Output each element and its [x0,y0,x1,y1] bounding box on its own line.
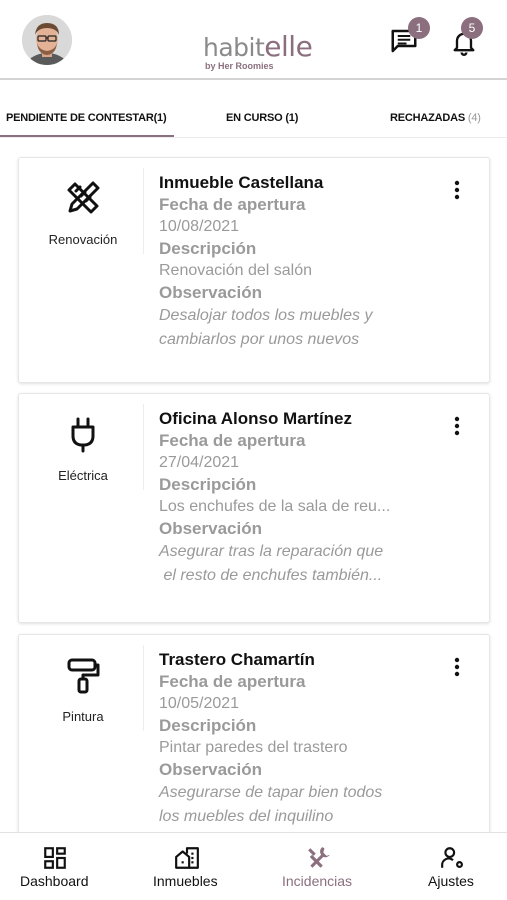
paint-roller-icon [67,658,100,694]
observation-label: Observación [159,283,262,302]
description-label: Descripción [159,716,257,735]
incident-card[interactable]: Eléctrica Oficina Alonso Martínez Fecha … [18,393,490,623]
observation-line-2: los muebles del inquilino [159,808,334,825]
tab-pending[interactable]: PENDIENTE DE CONTESTAR(1) [6,112,167,124]
nav-ajustes[interactable]: Ajustes [412,833,492,900]
more-options-icon[interactable] [445,655,469,679]
incident-card[interactable]: Pintura Trastero Chamartín Fecha de aper… [18,634,490,864]
date-label: Fecha de apertura [159,431,306,450]
logo-tagline: by Her Roomies [205,61,274,71]
card-divider [143,404,144,490]
nav-ajustes-label: Ajustes [428,873,474,889]
date-label: Fecha de apertura [159,672,306,691]
nav-incidencias[interactable]: Incidencias [276,833,366,900]
incident-title: Oficina Alonso Martínez [159,409,353,428]
building-icon [175,847,199,869]
description-label: Descripción [159,475,257,494]
app-header: habitelle by Her Roomies 1 5 [0,0,507,80]
avatar-image [22,15,72,65]
observation-line-1: Desalojar todos los muebles y [159,307,373,324]
card-divider [143,645,144,731]
card-details: Inmueble Castellana Fecha de apertura 10… [159,172,449,352]
logo-wordmark: habitelle [203,30,313,63]
date-value: 10/05/2021 [159,695,240,712]
more-options-icon[interactable] [445,178,469,202]
observation-line-1: Asegurar tras la reparación que [159,543,384,560]
tab-rejected-label: RECHAZADAS [390,112,466,124]
nav-inmuebles-label: Inmuebles [153,873,218,889]
tab-rejected[interactable]: RECHAZADAS (4) [390,112,481,124]
tab-rejected-count: (4) [467,112,481,124]
observation-label: Observación [159,760,262,779]
tools-icon [308,847,330,868]
bottom-navigation: Dashboard Inmuebles Incidencias Ajustes [0,832,507,900]
user-avatar[interactable] [22,15,72,65]
category-label: Pintura [62,709,104,724]
description-label: Descripción [159,239,257,258]
observation-line-2: el resto de enchufes también... [159,567,383,584]
date-label: Fecha de apertura [159,195,306,214]
description-value: Renovación del salón [159,262,312,279]
description-value: Los enchufes de la sala de reu... [159,498,391,515]
plug-icon [71,417,95,453]
nav-dashboard[interactable]: Dashboard [10,833,100,900]
observation-line-1: Asegurarse de tapar bien todos [159,784,383,801]
nav-dashboard-label: Dashboard [20,873,89,889]
app-logo: habitelle by Her Roomies [203,14,318,74]
incident-card[interactable]: Renovación Inmueble Castellana Fecha de … [18,157,490,383]
observation-label: Observación [159,519,262,538]
nav-inmuebles[interactable]: Inmuebles [145,833,235,900]
notifications-badge: 5 [461,17,483,39]
user-settings-icon [441,847,463,868]
date-value: 27/04/2021 [159,454,240,471]
incident-title: Inmueble Castellana [159,173,324,192]
more-options-icon[interactable] [445,414,469,438]
dashboard-icon [44,847,66,869]
card-details: Oficina Alonso Martínez Fecha de apertur… [159,408,449,588]
date-value: 10/08/2021 [159,218,240,235]
card-divider [143,168,144,254]
incident-title: Trastero Chamartín [159,650,315,669]
messages-badge: 1 [408,17,430,39]
observation-line-2: cambiarlos por unos nuevos [159,331,360,348]
category-label: Renovación [48,232,118,247]
card-details: Trastero Chamartín Fecha de apertura 10/… [159,649,449,829]
nav-incidencias-label: Incidencias [282,873,353,889]
tabs-divider [0,137,507,138]
category-label: Eléctrica [58,468,108,483]
incident-tabs: PENDIENTE DE CONTESTAR(1) EN CURSO (1) R… [0,82,507,140]
renovation-tools-icon [67,181,100,214]
tab-in-progress[interactable]: EN CURSO (1) [226,112,298,124]
description-value: Pintar paredes del trastero [159,739,348,756]
